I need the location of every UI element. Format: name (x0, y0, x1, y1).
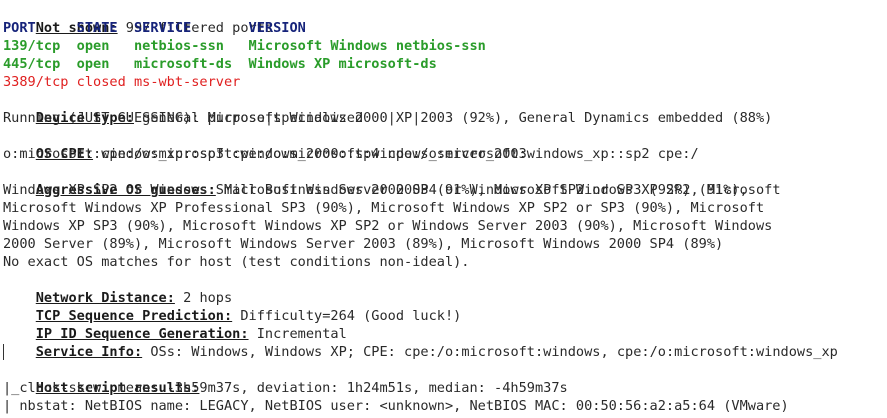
ipid-sequence-label: IP ID Sequence Generation: (35, 326, 249, 342)
tcp-sequence-value: Difficulty=264 (Good luck!) (232, 308, 462, 324)
device-type-line: Device type: general purpose|specialized (3, 91, 887, 126)
port-row-445: 445/tcp open microsoft-ds Windows XP mic… (3, 56, 437, 72)
running-line: Running (JUST GUESSING): Microsoft Windo… (3, 110, 773, 126)
port-row-139: 139/tcp open netbios-ssn Microsoft Windo… (3, 38, 486, 54)
ipid-sequence-value: Incremental (248, 326, 347, 342)
text-cursor (3, 344, 4, 360)
aggressive-guesses-line-5: 2000 Server (89%), Microsoft Windows Ser… (3, 236, 724, 252)
network-distance-label: Network Distance: (35, 290, 175, 306)
terminal-output[interactable]: Not shown: 997 filtered ports PORT STATE… (0, 0, 887, 415)
ports-table-header: PORT STATE SERVICE VERSION (3, 20, 306, 36)
nbstat-line: | nbstat: NetBIOS name: LEGACY, NetBIOS … (3, 398, 789, 414)
tcp-sequence-label: TCP Sequence Prediction: (35, 308, 233, 324)
no-exact-match-line: No exact OS matches for host (test condi… (3, 254, 470, 270)
network-distance-value: 2 hops (174, 290, 233, 306)
os-cpe-line: OS CPE: cpe:/o:microsoft:windows_2000::s… (3, 127, 887, 162)
not-shown-line: Not shown: 997 filtered ports (3, 1, 887, 36)
aggressive-guesses-line-3: Microsoft Windows XP Professional SP3 (9… (3, 200, 765, 216)
os-cpe-line-2: o:microsoft:windows_xp::sp3 cpe:/o:micro… (3, 146, 527, 162)
aggressive-guesses-line: Aggressive OS guesses: Microsoft Windows… (3, 163, 887, 198)
aggressive-guesses-line-4: Windows XP SP3 (90%), Microsoft Windows … (3, 218, 773, 234)
host-script-line: Host script results: (3, 361, 887, 396)
clock-skew-line: |_clock-skew: mean: -3h59m37s, deviation… (3, 380, 568, 396)
port-row-3389: 3389/tcp closed ms-wbt-server (3, 74, 241, 90)
service-info-value: OSs: Windows, Windows XP; CPE: cpe:/o:mi… (142, 344, 838, 360)
service-info-label: Service Info: (35, 344, 143, 360)
network-distance-line: Network Distance: 2 hops (3, 271, 887, 306)
